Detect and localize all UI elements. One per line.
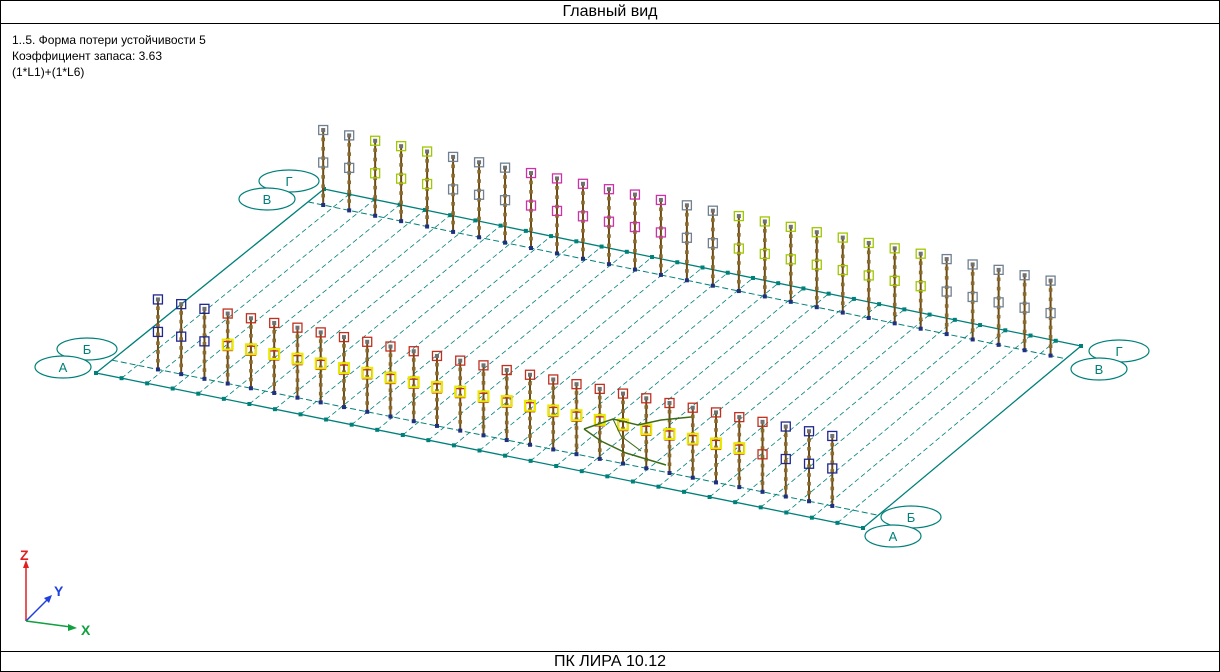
- svg-text:В: В: [263, 192, 272, 207]
- x-axis-line: [25, 620, 72, 628]
- grid-bubble-left-back-v[interactable]: В: [238, 187, 296, 211]
- viewport-window: Главный вид 1..5. Форма потери устойчиво…: [0, 0, 1220, 672]
- axis-triad: Z Y X: [20, 547, 91, 638]
- grid-lines: [94, 187, 1083, 530]
- grid-bubble-right-front-a[interactable]: А: [864, 524, 922, 548]
- model-view[interactable]: Г В Б А Г В Б А Z Y X: [1, 24, 1219, 650]
- svg-text:А: А: [59, 360, 68, 375]
- svg-text:Б: Б: [907, 510, 916, 525]
- z-axis-label: Z: [20, 547, 29, 563]
- svg-text:В: В: [1095, 362, 1104, 377]
- svg-text:Г: Г: [1115, 344, 1122, 359]
- svg-text:Г: Г: [285, 174, 292, 189]
- svg-text:А: А: [889, 529, 898, 544]
- y-axis-label: Y: [54, 583, 64, 599]
- grid-bubble-left-front-a[interactable]: А: [34, 355, 92, 379]
- x-axis-arrow: [68, 624, 77, 631]
- y-axis-line: [25, 598, 49, 622]
- footer-program-name: ПК ЛИРА 10.12: [1, 651, 1219, 672]
- svg-text:Б: Б: [83, 342, 92, 357]
- view-title: Главный вид: [1, 1, 1219, 24]
- grid-bubble-right-back-v[interactable]: В: [1070, 357, 1128, 381]
- x-axis-label: X: [81, 622, 91, 638]
